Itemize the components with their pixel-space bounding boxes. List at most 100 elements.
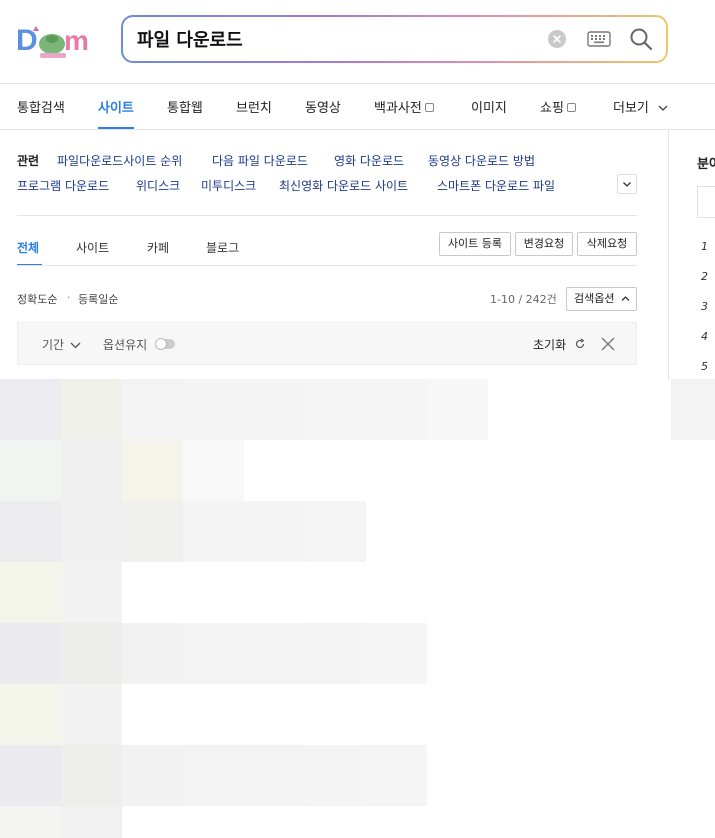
external-box-icon (424, 103, 434, 112)
mosaic-tile (0, 440, 61, 501)
mosaic-tile (0, 379, 61, 440)
delete-request-button[interactable]: 삭제요청 (577, 232, 637, 256)
right-panel-title: 분야 (697, 157, 715, 172)
sort-date[interactable]: 등록일순 (78, 291, 118, 307)
search-button[interactable] (628, 26, 654, 52)
mosaic-tile (244, 745, 305, 806)
mosaic-tile (122, 623, 183, 684)
change-request-button[interactable]: 변경요청 (515, 232, 573, 256)
mosaic-tile (305, 379, 366, 440)
reset-button[interactable]: 초기화 (533, 336, 586, 353)
search-options-button[interactable]: 검색옵션 (566, 287, 637, 311)
related-link[interactable]: 파일다운로드사이트 순위 (57, 152, 182, 169)
sort-separator: · (67, 291, 71, 304)
chevron-down-icon (70, 342, 81, 349)
subtab-all[interactable]: 전체 (17, 239, 39, 256)
rank-number: 2 (701, 270, 708, 283)
period-dropdown[interactable]: 기간 (42, 336, 81, 353)
mosaic-tile (244, 379, 305, 440)
related-link[interactable]: 다음 파일 다운로드 (212, 152, 308, 169)
result-count: 1-10 / 242건 (490, 293, 557, 306)
mosaic-tile (183, 745, 244, 806)
mosaic-tile (305, 623, 366, 684)
mosaic-tile (61, 623, 122, 684)
close-options-button[interactable] (600, 336, 616, 352)
mosaic-tile (122, 745, 183, 806)
mosaic-tile (61, 806, 122, 838)
nav-tab-shopping[interactable]: 쇼핑 (540, 97, 576, 116)
mosaic-tile (122, 440, 183, 501)
mosaic-tile (0, 562, 61, 623)
rank-number: 5 (701, 360, 708, 373)
related-link[interactable]: 최신영화 다운로드 사이트 (279, 177, 408, 194)
right-panel-box (697, 186, 715, 218)
refresh-icon (575, 338, 585, 349)
nav-tab-video[interactable]: 동영상 (305, 97, 341, 116)
related-link[interactable]: 미투디스크 (201, 177, 256, 194)
mosaic-tile (244, 501, 305, 562)
close-icon (553, 35, 561, 43)
header: D m (0, 0, 715, 84)
mosaic-tile (0, 501, 61, 562)
mosaic-tile (183, 501, 244, 562)
nav-tab-site[interactable]: 사이트 (98, 97, 134, 116)
related-link[interactable]: 동영상 다운로드 방법 (428, 152, 535, 169)
chevron-down-icon (658, 105, 668, 111)
mosaic-tile (0, 623, 61, 684)
mosaic-tile (61, 501, 122, 562)
search-box (121, 15, 668, 63)
rank-number: 4 (701, 330, 708, 343)
related-link[interactable]: 영화 다운로드 (334, 152, 404, 169)
divider (17, 265, 637, 266)
keyboard-button[interactable] (586, 29, 612, 49)
nav-more-label: 더보기 (613, 101, 649, 116)
nav-more[interactable]: 더보기 (613, 97, 668, 116)
mosaic-tile (305, 745, 366, 806)
blurred-results-area (0, 379, 715, 838)
svg-text:m: m (64, 25, 89, 56)
mosaic-tile (61, 440, 122, 501)
mosaic-tile (305, 501, 366, 562)
period-label: 기간 (42, 338, 65, 352)
nav-tab-web[interactable]: 통합웹 (167, 97, 203, 116)
mosaic-tile (61, 562, 122, 623)
subtab-blog[interactable]: 블로그 (206, 239, 239, 256)
divider (17, 215, 637, 216)
related-expand-button[interactable] (617, 174, 637, 194)
related-link[interactable]: 프로그램 다운로드 (17, 177, 109, 194)
mosaic-tile (61, 379, 122, 440)
mosaic-tile (366, 623, 427, 684)
keep-options-label: 옵션유지 (103, 338, 148, 352)
mosaic-tile (427, 379, 488, 440)
related-link[interactable]: 위디스크 (136, 177, 180, 194)
keyboard-icon (587, 31, 611, 47)
search-input[interactable] (137, 26, 537, 52)
related-link[interactable]: 스마트폰 다운로드 파일 (437, 177, 555, 194)
search-icon (630, 28, 653, 51)
nav-tab-brunch[interactable]: 브런치 (236, 97, 272, 116)
mosaic-tile (366, 379, 427, 440)
sort-accuracy[interactable]: 정확도순 (17, 291, 57, 307)
mosaic-tile (183, 379, 244, 440)
subtab-cafe[interactable]: 카페 (147, 239, 169, 256)
mosaic-tile (671, 379, 715, 440)
register-site-button[interactable]: 사이트 등록 (439, 232, 511, 256)
mosaic-tile (244, 623, 305, 684)
nav-tab-total[interactable]: 통합검색 (17, 97, 65, 116)
reset-label: 초기화 (533, 338, 567, 352)
mosaic-tile (122, 379, 183, 440)
subtab-site[interactable]: 사이트 (76, 239, 109, 256)
nav-tab-image[interactable]: 이미지 (471, 97, 507, 116)
mosaic-tile (0, 684, 61, 745)
keep-options-toggle[interactable] (155, 338, 175, 350)
nav-tab-shopping-label: 쇼핑 (540, 101, 564, 116)
mosaic-tile (61, 745, 122, 806)
mosaic-tile (61, 684, 122, 745)
chevron-up-icon (621, 296, 630, 301)
daum-logo[interactable]: D m (16, 20, 106, 64)
nav-tab-encyclopedia[interactable]: 백과사전 (374, 97, 434, 116)
clear-search-button[interactable] (548, 30, 566, 48)
close-icon (601, 337, 615, 351)
chevron-down-icon (623, 182, 631, 187)
mosaic-tile (0, 745, 61, 806)
